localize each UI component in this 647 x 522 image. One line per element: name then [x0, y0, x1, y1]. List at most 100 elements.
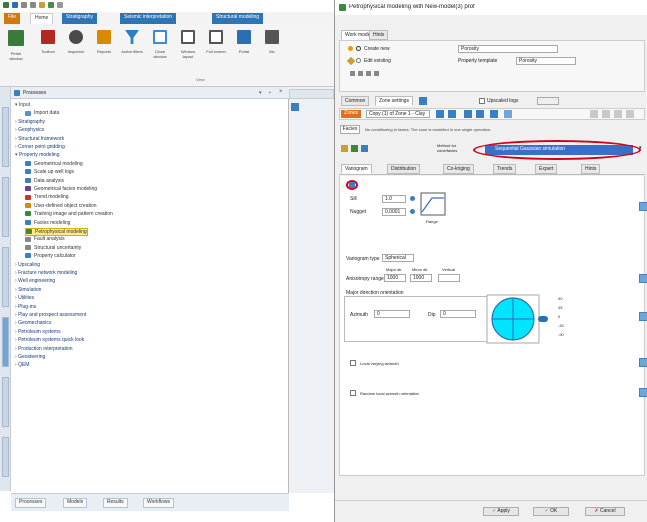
- tree-folder-item[interactable]: › Geomechanics: [15, 320, 51, 326]
- tab-file[interactable]: File: [4, 13, 21, 24]
- bottom-tab-processes[interactable]: Processes: [15, 498, 47, 508]
- more-button[interactable]: Mo: [260, 28, 284, 76]
- tree-folder-item[interactable]: ▾ Property modeling: [15, 152, 59, 158]
- window-layout-button[interactable]: Window layout: [176, 28, 200, 76]
- orientation-dial[interactable]: [486, 294, 556, 344]
- tree-folder-item[interactable]: › Petroleum systems: [15, 329, 61, 335]
- side-action-icon-4[interactable]: [639, 358, 647, 367]
- tree-process-item[interactable]: Facies modeling: [25, 220, 70, 226]
- side-tab-templates[interactable]: [2, 177, 9, 237]
- tree-folder-item[interactable]: › Production interpretation: [15, 346, 73, 352]
- tree-folder-item[interactable]: › Simulation: [15, 287, 41, 293]
- variogram-type-select[interactable]: Spherical: [382, 254, 414, 262]
- zone-select[interactable]: Copy (1) of Zone 1 - Clay: [366, 110, 430, 118]
- tree-process-item[interactable]: User-defined object creation: [25, 203, 97, 209]
- zone-first-icon[interactable]: [464, 110, 472, 118]
- sill-lock-icon[interactable]: [410, 196, 415, 201]
- method-icon-1[interactable]: [341, 145, 348, 152]
- sill-input[interactable]: 1.0: [382, 195, 406, 203]
- create-new-input[interactable]: Porosity: [458, 45, 558, 53]
- zone-option-a-icon[interactable]: [590, 110, 598, 118]
- settings-icon[interactable]: [419, 97, 427, 105]
- redo-icon[interactable]: [30, 2, 36, 8]
- tree-process-item[interactable]: Petrophysical modeling: [25, 228, 88, 236]
- active-filters-button[interactable]: Active filters: [120, 28, 144, 76]
- zone-next-icon[interactable]: [448, 110, 456, 118]
- tree-process-item[interactable]: Import data: [25, 110, 59, 116]
- tree-folder-item[interactable]: › Upscaling: [15, 262, 40, 268]
- tree-process-item[interactable]: Fault analysis: [25, 236, 65, 242]
- side-tab-favorites[interactable]: [2, 247, 9, 307]
- petrel-window-button[interactable]: Petrel window: [4, 28, 28, 76]
- tab-trends[interactable]: Trends: [493, 164, 517, 174]
- cancel-button[interactable]: ✗ Cancel: [585, 507, 625, 516]
- tab-distribution[interactable]: Distribution: [387, 164, 421, 174]
- zone-option-d-icon[interactable]: [626, 110, 634, 118]
- tree-folder-item[interactable]: › Geophysics: [15, 127, 44, 133]
- viewer-toolbar-icon[interactable]: [291, 103, 299, 111]
- bottom-tab-results[interactable]: Results: [103, 498, 128, 508]
- variogram-icon[interactable]: [349, 182, 355, 188]
- property-template-select[interactable]: Porosity: [516, 57, 576, 65]
- apply-button[interactable]: ✓ Apply: [483, 507, 519, 516]
- edit-existing-radio[interactable]: [356, 58, 361, 63]
- tree-folder-item[interactable]: › Stratigraphy: [15, 119, 45, 125]
- tab-common[interactable]: Common: [341, 96, 370, 106]
- dropdown-icon[interactable]: [57, 2, 63, 8]
- side-tab-input[interactable]: [2, 107, 9, 167]
- tab-method-hints[interactable]: Hints: [581, 164, 601, 174]
- tab-seismic[interactable]: Seismic interpretation: [120, 13, 177, 24]
- tab-structural[interactable]: Structural modeling: [212, 13, 264, 24]
- side-action-icon-1[interactable]: [639, 202, 647, 211]
- method-dropdown-icon[interactable]: ▾: [639, 145, 642, 151]
- tree-process-item[interactable]: Geometrical modeling: [25, 161, 83, 167]
- tab-expert[interactable]: Expert: [535, 164, 558, 174]
- zone-option-c-icon[interactable]: [614, 110, 622, 118]
- side-action-icon-3[interactable]: [639, 312, 647, 321]
- vertical-input[interactable]: [438, 274, 460, 282]
- tree-process-item[interactable]: Scale up well logs: [25, 169, 74, 175]
- dock-icon[interactable]: ▪: [269, 90, 271, 96]
- side-action-icon-2[interactable]: [639, 274, 647, 283]
- tab-zone-settings[interactable]: Zone settings: [375, 96, 414, 106]
- new-icon[interactable]: [48, 2, 54, 8]
- tree-folder-item[interactable]: › Petroleum systems quick look: [15, 337, 84, 343]
- side-tab-workflows[interactable]: [2, 437, 9, 477]
- ok-button[interactable]: ✓ OK: [533, 507, 569, 516]
- major-dir-input[interactable]: 1000: [384, 274, 406, 282]
- nugget-lock-icon[interactable]: [410, 209, 415, 214]
- reports-button[interactable]: Reports: [92, 28, 116, 76]
- method-icon-3[interactable]: [361, 145, 368, 152]
- bottom-tab-workflows[interactable]: Workflows: [143, 498, 174, 508]
- tab-co-kriging[interactable]: Co-kriging: [443, 164, 474, 174]
- tab-home[interactable]: Home: [30, 13, 54, 24]
- zone-last-icon[interactable]: [476, 110, 484, 118]
- open-icon[interactable]: [39, 2, 45, 8]
- dip-input[interactable]: 0: [440, 310, 476, 318]
- method-icon-2[interactable]: [351, 145, 358, 152]
- tree-folder-item[interactable]: › Corner point gridding: [15, 144, 65, 150]
- tree-process-item[interactable]: Structural uncertainty: [25, 245, 81, 251]
- inspector-button[interactable]: Inspector: [64, 28, 88, 76]
- tree-process-item[interactable]: Geometrical facies modeling: [25, 186, 97, 192]
- tree-process-item[interactable]: Trend modeling: [25, 194, 69, 200]
- tree-folder-item[interactable]: › Geosteering: [15, 354, 45, 360]
- viewer-tab[interactable]: [289, 89, 334, 99]
- upscaled-select[interactable]: [537, 97, 559, 105]
- toolbar-icon-2[interactable]: [358, 71, 363, 76]
- tree-folder-item[interactable]: › Fracture network modeling: [15, 270, 77, 276]
- close-icon[interactable]: ×: [279, 89, 283, 95]
- tree-folder-item[interactable]: › Plug-ins: [15, 304, 36, 310]
- zone-prev-icon[interactable]: [436, 110, 444, 118]
- minor-dir-input[interactable]: 1000: [410, 274, 432, 282]
- nugget-input[interactable]: 0.0001: [382, 208, 406, 216]
- zone-option-b-icon[interactable]: [602, 110, 610, 118]
- zone-lock-icon[interactable]: [504, 110, 512, 118]
- side-action-icon-5[interactable]: [639, 388, 647, 397]
- tree-process-item[interactable]: Property calculator: [25, 253, 76, 259]
- tree-folder-item[interactable]: › Play and prospect assessment: [15, 312, 86, 318]
- undo-icon[interactable]: [21, 2, 27, 8]
- tab-hints[interactable]: Hints: [369, 30, 389, 40]
- tree-folder-item[interactable]: › QEM: [15, 362, 29, 368]
- random-azimuth-checkbox[interactable]: [350, 390, 356, 396]
